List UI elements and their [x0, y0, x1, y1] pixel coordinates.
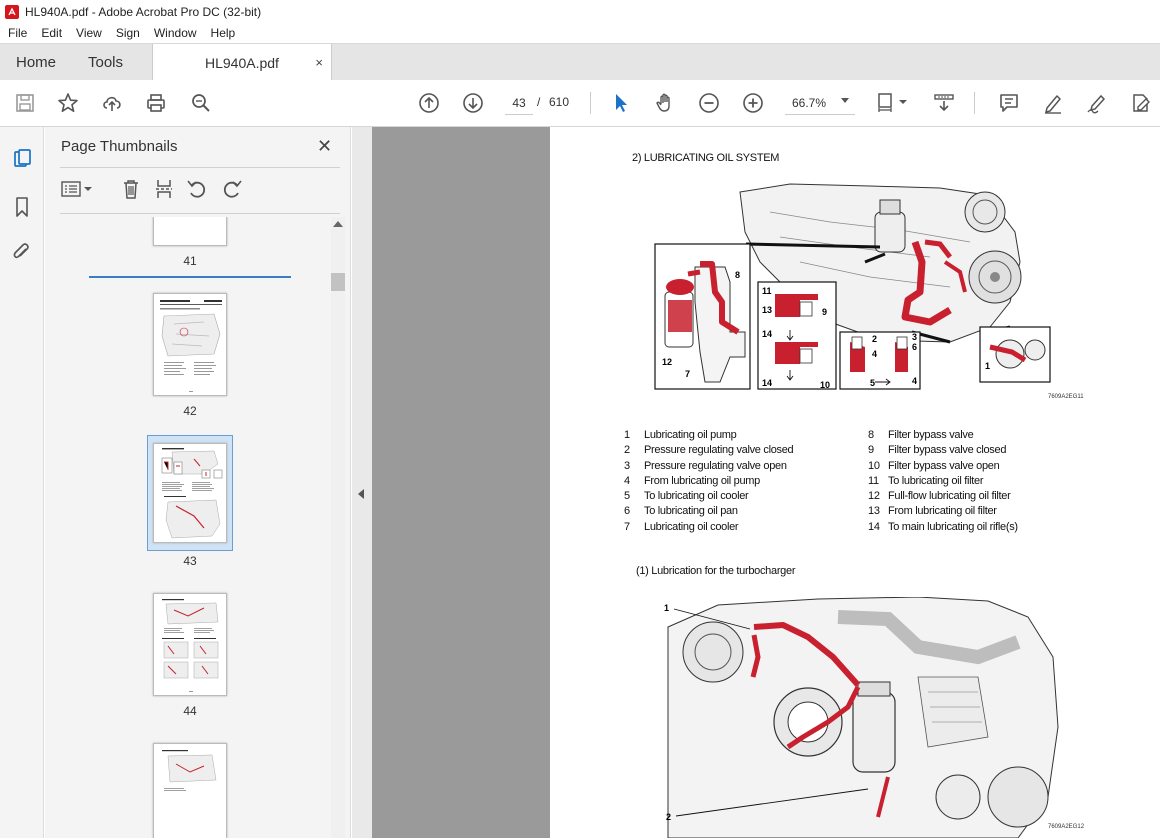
zoom-select[interactable]: 66.7% [785, 91, 855, 115]
svg-text:2: 2 [666, 812, 671, 822]
svg-text:14: 14 [762, 329, 772, 339]
page-number-input[interactable] [505, 91, 533, 115]
pdf-page: 2) LUBRICATING OIL SYSTEM 8 11 13 9 14 1… [550, 127, 1160, 838]
zoom-in-icon[interactable] [741, 91, 765, 115]
lubrication-system-figure: 8 11 13 9 14 12 7 14 10 2 4 6 3 5 4 1 [654, 183, 1051, 390]
panel-title: Page Thumbnails [61, 138, 178, 155]
page-thumbnail-45[interactable] [153, 743, 227, 838]
fill-sign-icon[interactable] [1129, 91, 1153, 115]
find-icon[interactable] [189, 91, 213, 115]
page-thumbnail-41[interactable] [153, 217, 227, 246]
svg-text:11: 11 [762, 286, 772, 296]
toolbar-divider [590, 92, 591, 114]
menu-view[interactable]: View [70, 26, 108, 40]
toolbar-divider [974, 92, 975, 114]
svg-text:4: 4 [912, 376, 917, 386]
svg-text:2: 2 [872, 334, 877, 344]
thumbnail-scrollbar[interactable] [331, 217, 345, 838]
window-title: HL940A.pdf - Adobe Acrobat Pro DC (32-bi… [25, 4, 262, 19]
zoom-value: 66.7% [792, 95, 827, 110]
page-number-label: 41 [183, 254, 197, 268]
scroll-mode-icon[interactable] [932, 91, 956, 115]
page-down-icon[interactable] [461, 91, 485, 115]
close-panel-icon[interactable]: ✕ [317, 136, 332, 157]
toolbar: / 610 66.7% [0, 80, 1160, 127]
bookmark-star-icon[interactable] [56, 91, 80, 115]
page-fit-icon[interactable] [876, 91, 910, 115]
tab-bar: Home Tools HL940A.pdf × [0, 43, 1160, 81]
svg-text:14: 14 [762, 378, 772, 388]
divider [60, 213, 340, 214]
page-thumbnail-43[interactable] [153, 443, 227, 543]
svg-text:10: 10 [820, 380, 830, 390]
thumbnail-options-icon[interactable] [60, 178, 94, 200]
menu-edit[interactable]: Edit [35, 26, 68, 40]
menu-window[interactable]: Window [148, 26, 203, 40]
sign-icon[interactable] [1085, 91, 1109, 115]
thumbnail-list: 41 42 43 44 [45, 217, 330, 838]
hand-icon[interactable] [653, 91, 677, 115]
menu-file[interactable]: File [2, 26, 33, 40]
page-separator: / [537, 95, 541, 109]
page-thumbnails-icon[interactable] [11, 148, 33, 170]
collapse-arrow-icon[interactable] [358, 489, 364, 499]
close-tab-icon[interactable]: × [315, 55, 323, 70]
attachment-icon[interactable] [11, 241, 33, 263]
panel-collapse-strip[interactable] [352, 127, 372, 838]
svg-text:6: 6 [912, 342, 917, 352]
highlight-pen-icon[interactable] [1041, 91, 1065, 115]
scrollbar-thumb[interactable] [331, 273, 345, 291]
svg-text:7: 7 [685, 369, 690, 379]
scroll-up-arrow-icon[interactable] [333, 221, 343, 227]
svg-text:9: 9 [822, 307, 827, 317]
svg-text:12: 12 [662, 357, 672, 367]
rotate-left-icon[interactable] [186, 178, 208, 200]
tab-tools[interactable]: Tools [88, 44, 123, 81]
chevron-down-icon [841, 98, 849, 103]
print-icon[interactable] [144, 91, 168, 115]
acrobat-app-icon [5, 4, 19, 19]
upload-icon[interactable] [100, 91, 124, 115]
svg-text:1: 1 [664, 603, 669, 613]
section-title: 2) LUBRICATING OIL SYSTEM [632, 152, 780, 164]
extract-pages-icon[interactable] [153, 178, 175, 200]
svg-text:4: 4 [872, 349, 877, 359]
comment-icon[interactable] [997, 91, 1021, 115]
tab-document[interactable]: HL940A.pdf × [152, 44, 332, 81]
drop-indicator [89, 276, 291, 278]
turbocharger-lubrication-figure: 1 2 [664, 597, 1059, 838]
svg-text:3: 3 [912, 332, 917, 342]
subsection-title: (1) Lubrication for the turbocharger [636, 565, 796, 577]
delete-page-icon[interactable] [120, 178, 142, 200]
save-icon[interactable] [13, 91, 37, 115]
tab-document-label: HL940A.pdf [205, 54, 279, 71]
page-thumbnail-44[interactable] [153, 593, 227, 696]
page-number-label: 44 [183, 704, 197, 718]
svg-text:8: 8 [735, 270, 740, 280]
figure-code: 7609A2EG12 [1048, 824, 1085, 830]
page-up-icon[interactable] [417, 91, 441, 115]
svg-text:13: 13 [762, 305, 772, 315]
menu-sign[interactable]: Sign [110, 26, 146, 40]
menu-help[interactable]: Help [205, 26, 242, 40]
menu-bar: File Edit View Sign Window Help [0, 23, 1160, 43]
rotate-right-icon[interactable] [221, 178, 243, 200]
tab-home[interactable]: Home [16, 44, 56, 81]
document-viewer[interactable]: 2) LUBRICATING OIL SYSTEM 8 11 13 9 14 1… [372, 127, 1160, 838]
zoom-out-icon[interactable] [697, 91, 721, 115]
select-cursor-icon[interactable] [609, 91, 633, 115]
page-thumbnail-42[interactable] [153, 293, 227, 396]
page-number-label: 43 [183, 554, 197, 568]
figure-code: 7609A2EG11 [1048, 394, 1084, 400]
title-bar: HL940A.pdf - Adobe Acrobat Pro DC (32-bi… [0, 0, 1160, 23]
page-total: 610 [549, 95, 570, 109]
svg-text:1: 1 [985, 361, 990, 371]
thumbnails-panel: Page Thumbnails ✕ 41 42 43 44 [45, 127, 351, 838]
svg-text:5: 5 [870, 378, 875, 388]
bookmark-icon[interactable] [11, 196, 33, 218]
divider [60, 167, 340, 168]
left-navigation-rail [0, 127, 44, 838]
page-number-label: 42 [183, 404, 197, 418]
